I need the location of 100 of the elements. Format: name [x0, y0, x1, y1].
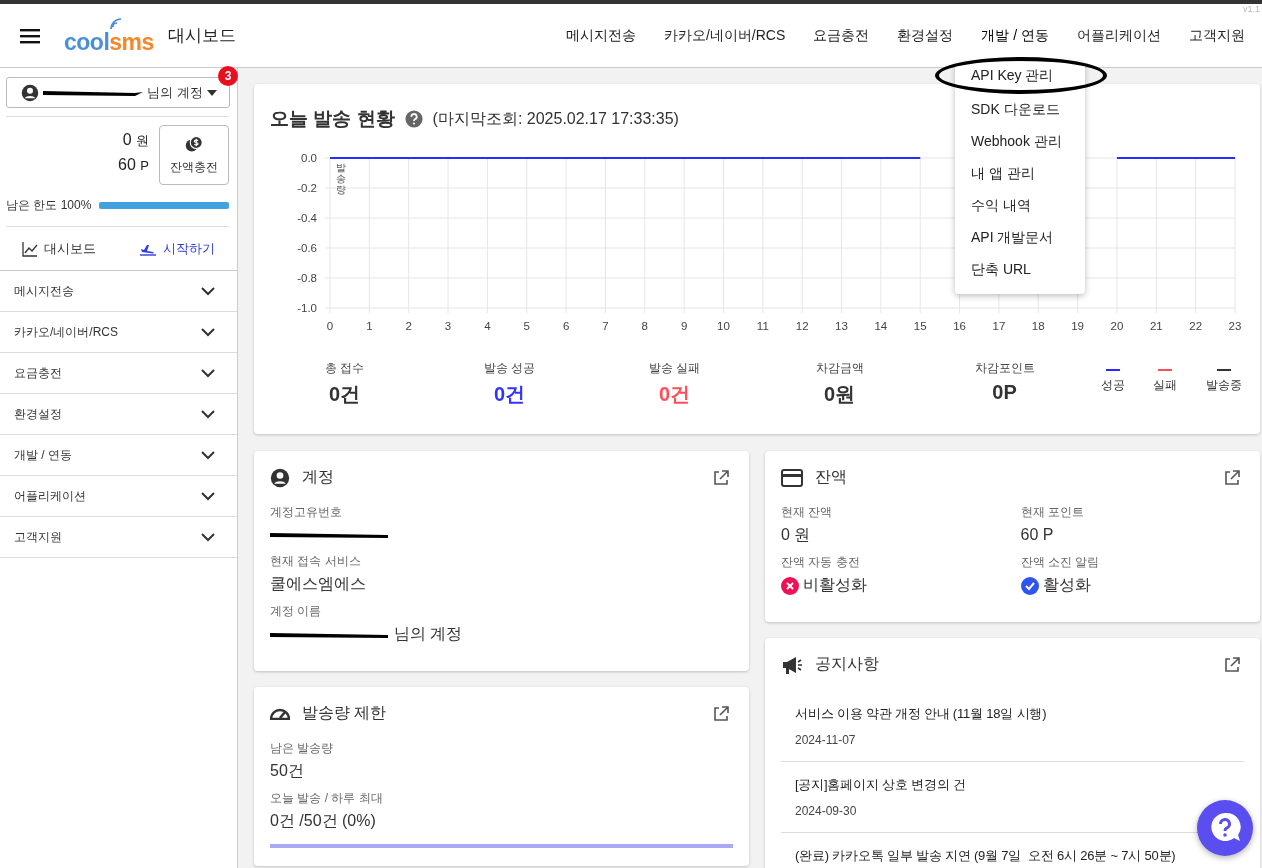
sidebar-menu-item[interactable]: 카카오/네이버/RCS	[0, 312, 237, 353]
stat-label: 발송 성공	[483, 360, 536, 377]
x-tick-label: 5	[523, 320, 530, 332]
field-value: 50건	[270, 761, 305, 781]
points-amount: 60 P	[118, 156, 149, 174]
field-label: 계정 이름	[270, 603, 323, 620]
help-icon[interactable]	[404, 110, 423, 128]
field-label: 남은 발송량	[270, 740, 335, 757]
y-tick-label: -0.4	[297, 212, 317, 224]
limit-label: 남은 한도 100%	[6, 197, 92, 214]
x-tick-label: 22	[1189, 320, 1203, 332]
field-label: 잔액 자동 충전	[781, 554, 861, 571]
y-axis-label: 발송량	[336, 162, 346, 195]
x-tick-label: 15	[913, 320, 927, 332]
nav-item[interactable]: 카카오/네이버/RCS	[664, 22, 786, 49]
chevron-down-icon	[201, 491, 215, 501]
sidebar-menu-item[interactable]: 요금충전	[0, 353, 237, 394]
external-link-icon[interactable]	[713, 469, 729, 486]
balance-amount: 0 원	[122, 131, 149, 150]
credit-card-icon	[781, 468, 803, 487]
y-tick-label: 0.0	[301, 152, 317, 164]
stat-value: 0원	[823, 382, 856, 407]
external-link-icon[interactable]	[1224, 656, 1240, 673]
nav-item[interactable]: 개발 / 연동	[981, 22, 1049, 49]
x-tick-label: 1	[366, 320, 373, 332]
field-label: 현재 잔액	[781, 504, 834, 521]
stat-value: 0P	[992, 381, 1017, 404]
chart-icon	[21, 240, 38, 257]
last-checked: (마지막조회: 2025.02.17 17:33:35)	[432, 108, 679, 129]
x-tick-label: 10	[717, 320, 730, 332]
field-label: 잔액 소진 알림	[1020, 554, 1101, 571]
x-tick-label: 7	[602, 320, 609, 332]
stat-value: 0건	[328, 382, 361, 407]
x-tick-label: 6	[562, 320, 570, 332]
nav-item[interactable]: 요금충전	[813, 22, 870, 49]
x-tick-label: 0	[326, 320, 334, 332]
card-title: 계정	[302, 467, 334, 487]
notice-date: 2024-09-30	[795, 804, 858, 818]
version-label: v1.1	[1243, 4, 1260, 14]
field-value: 0건 /50건 (0%)	[270, 811, 377, 831]
nav-item[interactable]: 환경설정	[897, 22, 954, 49]
sidebar-menu-item[interactable]: 메시지전송	[0, 271, 237, 312]
menu-icon[interactable]	[20, 27, 40, 44]
chevron-down-icon	[201, 532, 215, 542]
chevron-down-icon	[201, 327, 215, 337]
field-value: 0 원	[781, 525, 811, 545]
card-title: 공지사항	[815, 654, 879, 674]
sidebar-tab[interactable]: 대시보드	[21, 239, 96, 258]
y-tick-label: -1.0	[297, 302, 317, 314]
notice-link[interactable]: (완료) 카카오톡 일부 발송 지연 (9월 7일 오전 6시 26분 ~ 7시 50분)	[795, 847, 1176, 865]
chevron-down-icon	[201, 409, 215, 419]
x-tick-label: 13	[835, 320, 848, 332]
nav-item[interactable]: 어플리케이션	[1077, 22, 1161, 49]
stat-label: 총 접수	[324, 360, 365, 377]
external-link-icon[interactable]	[1224, 469, 1240, 486]
x-tick-label: 3	[444, 320, 452, 332]
x-tick-label: 18	[1031, 320, 1045, 332]
menu-item[interactable]: 수익 내역	[955, 190, 1085, 222]
field-label: 현재 포인트	[1020, 504, 1085, 521]
notification-badge: 3	[218, 66, 238, 86]
x-tick-label: 9	[680, 320, 688, 332]
field-label: 현재 접속 서비스	[270, 553, 362, 570]
sidebar-menu-item[interactable]: 고객지원	[0, 517, 237, 558]
y-tick-label: -0.8	[297, 272, 317, 284]
field-value: 쿨에스엠에스	[270, 574, 366, 594]
y-tick-label: -0.2	[297, 182, 317, 194]
chevron-down-icon	[201, 286, 215, 296]
external-link-icon[interactable]	[713, 705, 729, 722]
card-title: 오늘 발송 현황	[270, 107, 395, 131]
x-tick-label: 2	[405, 320, 412, 332]
y-tick-label: -0.6	[297, 242, 317, 254]
sidebar-menu-item[interactable]: 어플리케이션	[0, 476, 237, 517]
menu-item[interactable]: Webhook 관리	[955, 126, 1085, 158]
x-tick-label: 16	[953, 320, 966, 332]
menu-item[interactable]: 내 앱 관리	[955, 158, 1085, 190]
stat-label: 차감금액	[815, 360, 864, 377]
field-value: 활성화	[1042, 575, 1091, 595]
signal-icon	[109, 16, 123, 31]
charge-button[interactable]: 잔액충전	[159, 125, 229, 185]
x-tick-label: 17	[992, 320, 1006, 332]
chevron-down-icon	[201, 368, 215, 378]
sidebar-menu-item[interactable]: 환경설정	[0, 394, 237, 435]
menu-item[interactable]: API Key 관리	[935, 57, 1107, 94]
notice-link[interactable]: 서비스 이용 약관 개정 안내 (11월 18일 시행)	[795, 705, 1047, 723]
coins-icon	[185, 134, 203, 153]
nav-item[interactable]: 메시지전송	[566, 22, 636, 49]
x-tick-label: 21	[1149, 320, 1163, 332]
page-title: 대시보드	[167, 25, 236, 47]
legend-label: 성공	[1101, 377, 1126, 394]
menu-item[interactable]: API 개발문서	[955, 222, 1085, 254]
nav-item[interactable]: 고객지원	[1189, 22, 1245, 49]
field-label: 오늘 발송 / 하루 최대	[270, 790, 384, 807]
notice-link[interactable]: [공지]홈페이지 상호 변경의 건	[795, 776, 966, 794]
menu-item[interactable]: 단축 URL	[955, 254, 1085, 286]
stat-label: 차감포인트	[974, 360, 1035, 377]
sidebar-tab[interactable]: 시작하기	[139, 239, 216, 258]
sidebar-menu-item[interactable]: 개발 / 연동	[0, 435, 237, 476]
card-title: 잔액	[815, 467, 847, 487]
menu-item[interactable]: SDK 다운로드	[955, 94, 1085, 126]
field-label: 계정고유번호	[270, 504, 343, 521]
